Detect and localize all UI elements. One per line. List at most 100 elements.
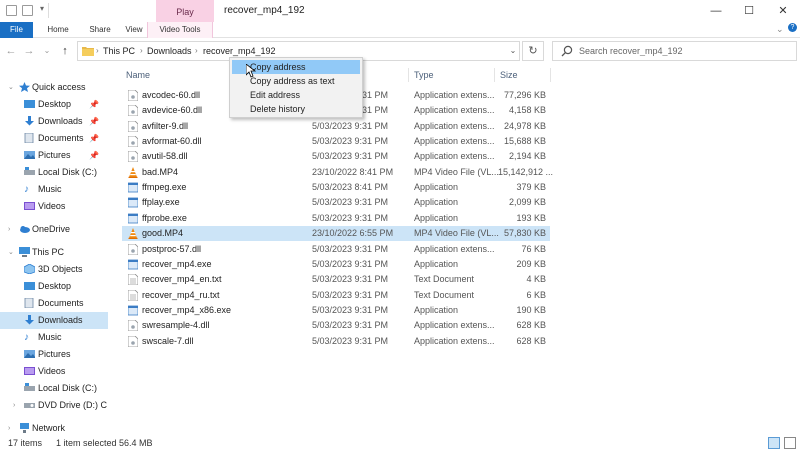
customize-quick-access-icon[interactable]: ▾ bbox=[40, 4, 44, 13]
breadcrumb-separator[interactable]: › bbox=[140, 42, 143, 60]
chevron-right-icon[interactable]: › bbox=[8, 221, 10, 238]
breadcrumb-this-pc[interactable]: This PC bbox=[103, 42, 135, 60]
nav-pc-downloads[interactable]: Downloads bbox=[0, 312, 108, 329]
pin-icon[interactable]: 📌 bbox=[89, 147, 99, 164]
nav-pc-local-disk[interactable]: Local Disk (C:) bbox=[0, 380, 108, 397]
expand-ribbon-icon[interactable]: ⌄ bbox=[776, 24, 784, 35]
file-row[interactable]: good.MP4 23/10/2022 6:55 PM MP4 Video File… bbox=[122, 226, 550, 242]
column-header-name[interactable]: Name bbox=[126, 64, 150, 86]
tab-view[interactable]: View bbox=[120, 22, 148, 38]
file-row[interactable]: ffplay.exe 5/03/2023 9:31 PM Application 2,… bbox=[122, 195, 550, 210]
close-button[interactable]: ✕ bbox=[772, 3, 794, 19]
nav-pc-3d-objects[interactable]: 3D Objects bbox=[0, 261, 108, 278]
menu-item-delete-history[interactable]: Delete history bbox=[232, 102, 360, 116]
nav-pc-music[interactable]: ♪ Music bbox=[0, 329, 108, 346]
drive-icon bbox=[24, 167, 35, 175]
breadcrumb-separator[interactable]: › bbox=[96, 42, 99, 60]
chevron-down-icon[interactable]: ⌄ bbox=[8, 79, 14, 96]
nav-label: DVD Drive (D:) C bbox=[38, 400, 107, 410]
pin-icon[interactable]: 📌 bbox=[89, 96, 99, 113]
column-header-size[interactable]: Size bbox=[500, 64, 518, 86]
column-divider[interactable] bbox=[494, 68, 495, 82]
tab-home[interactable]: Home bbox=[40, 22, 76, 38]
nav-onedrive[interactable]: › OneDrive bbox=[0, 221, 108, 238]
search-box[interactable] bbox=[552, 41, 797, 61]
column-divider[interactable] bbox=[550, 68, 551, 82]
nav-qa-desktop[interactable]: Desktop 📌 bbox=[0, 96, 108, 113]
file-row[interactable]: recover_mp4_en.txt 5/03/2023 9:31 PM Text … bbox=[122, 272, 550, 287]
new-folder-icon[interactable] bbox=[22, 5, 33, 16]
help-icon[interactable]: ? bbox=[788, 23, 797, 32]
nav-label: Videos bbox=[38, 201, 66, 211]
nav-label: Music bbox=[38, 184, 62, 194]
nav-pc-pictures[interactable]: Pictures bbox=[0, 346, 108, 363]
file-row[interactable]: avutil-58.dll 5/03/2023 9:31 PM Applicatio… bbox=[122, 149, 550, 164]
address-dropdown-button[interactable]: ⌄ bbox=[506, 42, 520, 60]
play-tab[interactable]: Play bbox=[156, 0, 214, 22]
tab-video-tools[interactable]: Video Tools bbox=[147, 22, 213, 38]
window-title: recover_mp4_192 bbox=[224, 5, 305, 16]
column-header-type[interactable]: Type bbox=[414, 64, 434, 86]
file-type: Application bbox=[414, 212, 459, 223]
forward-button[interactable]: → bbox=[22, 44, 36, 58]
file-name: ffprobe.exe bbox=[142, 212, 187, 223]
file-size: 2,099 KB bbox=[508, 197, 546, 208]
search-input[interactable] bbox=[579, 42, 789, 60]
chevron-down-icon[interactable]: ⌄ bbox=[8, 244, 14, 261]
nav-qa-documents[interactable]: Documents 📌 bbox=[0, 130, 108, 147]
tab-file[interactable]: File bbox=[0, 22, 33, 38]
file-row[interactable]: bad.MP4 23/10/2022 8:41 PM MP4 Video File … bbox=[122, 165, 553, 180]
file-row[interactable]: recover_mp4.exe 5/03/2023 9:31 PM Applicat… bbox=[122, 257, 550, 272]
nav-this-pc[interactable]: ⌄ This PC bbox=[0, 244, 108, 261]
tab-share[interactable]: Share bbox=[82, 22, 118, 38]
pin-icon[interactable]: 📌 bbox=[89, 113, 99, 130]
nav-qa-pictures[interactable]: Pictures 📌 bbox=[0, 147, 108, 164]
nav-pc-dvd-drive[interactable]: › DVD Drive (D:) C bbox=[0, 397, 108, 414]
file-type: MP4 Video File (VL... bbox=[414, 228, 499, 239]
refresh-button[interactable]: ↻ bbox=[522, 41, 544, 61]
file-row[interactable]: postproc-57.dll 5/03/2023 9:31 PM Applicat… bbox=[122, 242, 550, 257]
maximize-button[interactable]: ☐ bbox=[738, 3, 760, 19]
dvd-drive-icon bbox=[24, 403, 35, 408]
nav-label: Downloads bbox=[38, 315, 83, 325]
file-row[interactable]: ffprobe.exe 5/03/2023 9:31 PM Application 1… bbox=[122, 211, 550, 226]
nav-pc-documents[interactable]: Documents bbox=[0, 295, 108, 312]
breadcrumb-separator[interactable]: › bbox=[195, 42, 198, 60]
pin-icon[interactable]: 📌 bbox=[89, 130, 99, 147]
nav-quick-access[interactable]: ⌄ Quick access bbox=[0, 79, 108, 96]
nav-label: Videos bbox=[38, 366, 66, 376]
nav-qa-videos[interactable]: Videos bbox=[0, 198, 108, 215]
nav-qa-local-disk[interactable]: Local Disk (C:) bbox=[0, 164, 108, 181]
cube-icon bbox=[24, 264, 35, 274]
menu-item-edit-address[interactable]: Edit address bbox=[232, 88, 360, 102]
file-name: bad.MP4 bbox=[142, 166, 179, 177]
file-name: avfilter-9.dll bbox=[142, 120, 189, 131]
file-row[interactable]: avformat-60.dll 5/03/2023 9:31 PM Applicat… bbox=[122, 134, 550, 149]
file-row[interactable]: swscale-7.dll 5/03/2023 9:31 PM Applicatio… bbox=[122, 334, 550, 349]
nav-pc-videos[interactable]: Videos bbox=[0, 363, 108, 380]
dll-file-icon bbox=[127, 104, 139, 117]
file-date-modified: 5/03/2023 9:31 PM bbox=[312, 274, 389, 285]
file-row[interactable]: recover_mp4_ru.txt 5/03/2023 9:31 PM Text … bbox=[122, 288, 550, 303]
file-row[interactable]: recover_mp4_x86.exe 5/03/2023 9:31 PM Appl… bbox=[122, 303, 550, 318]
file-row[interactable]: swresample-4.dll 5/03/2023 9:31 PM Applica… bbox=[122, 318, 550, 333]
details-view-icon[interactable] bbox=[768, 437, 780, 449]
column-divider[interactable] bbox=[408, 68, 409, 82]
nav-pc-desktop[interactable]: Desktop bbox=[0, 278, 108, 295]
nav-qa-music[interactable]: ♪ Music bbox=[0, 181, 108, 198]
back-button[interactable]: ← bbox=[4, 44, 18, 58]
nav-qa-downloads[interactable]: Downloads 📌 bbox=[0, 113, 108, 130]
file-row[interactable]: avfilter-9.dll 5/03/2023 9:31 PM Applicati… bbox=[122, 119, 550, 134]
chevron-right-icon[interactable]: › bbox=[13, 397, 15, 414]
recent-locations-button[interactable]: ⌄ bbox=[40, 44, 54, 58]
dll-file-icon bbox=[127, 89, 139, 102]
minimize-button[interactable]: — bbox=[705, 3, 727, 19]
documents-icon bbox=[24, 298, 34, 308]
file-type: Application bbox=[414, 197, 459, 208]
breadcrumb-downloads[interactable]: Downloads bbox=[147, 42, 192, 60]
file-type: Application extens... bbox=[414, 105, 495, 116]
large-icons-view-icon[interactable] bbox=[784, 437, 796, 449]
up-button[interactable]: ↑ bbox=[58, 44, 72, 58]
properties-icon[interactable] bbox=[6, 5, 17, 16]
file-row[interactable]: ffmpeg.exe 5/03/2023 8:41 PM Application 37… bbox=[122, 180, 550, 195]
